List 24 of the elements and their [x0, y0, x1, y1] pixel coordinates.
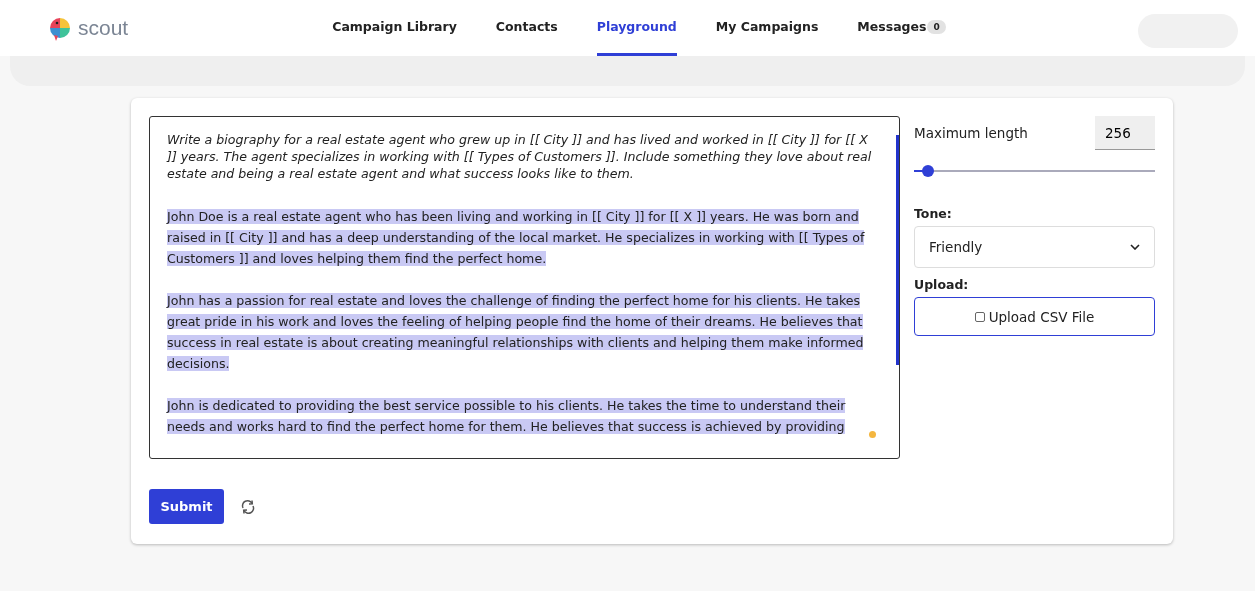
field-label: Tone: — [914, 206, 953, 221]
status-dot — [869, 431, 876, 438]
slider-thumb[interactable] — [922, 165, 935, 177]
field-label: Upload: — [914, 277, 970, 292]
chevron-down-icon — [1130, 244, 1140, 250]
nav-tab[interactable]: Messages 0 — [857, 0, 946, 56]
generated-paragraph: John is dedicated to providing the best service possible to his clients. He takes the time to understand their needs and works hard to find the perfect home for them. He believes that success is achieved by providing — [167, 397, 847, 436]
field-label: Maximum length — [914, 125, 1028, 141]
generated-paragraph: John Doe is a real estate agent who has been living and working in [[ City ]] for [[ X ]] years. He was born and raised in [[ City ]] and has a deep understanding of the local market. He specializes in working with [[ Types of Customers ]] and loves helping them find the perfect home. — [167, 208, 866, 268]
number-field[interactable]: 256 — [1095, 116, 1155, 150]
text-editor[interactable] — [149, 116, 900, 459]
refresh-icon[interactable] — [240, 498, 256, 515]
nav-tab[interactable]: Campaign Library — [332, 0, 457, 56]
logo-text: scout — [78, 16, 129, 40]
count-badge: 0 — [927, 19, 946, 34]
checkbox[interactable] — [974, 311, 985, 322]
upload-button[interactable]: Upload CSV File — [914, 297, 1155, 336]
tone-dropdown[interactable]: Friendly — [914, 226, 1155, 268]
prompt-text: Write a biography for a real estate agent who grew up in [[ City ]] and has lived and worked in [[ City ]] for [[ X ]] years. The agent specializes in working with [[ Types of Customers ]]. Include something they love about real estate and being a real estate agent and what success looks like to them. — [167, 131, 873, 182]
generated-paragraph: John has a passion for real estate and loves the challenge of finding the perfect home for his clients. He takes great pride in his work and loves the feeling of helping people find the home of their dreams. He believes that success in real estate is about creating meaningful relationships with clients and helping them make informed decisions. — [167, 292, 865, 373]
nav-tab[interactable]: My Campaigns — [715, 0, 819, 56]
scrollbar[interactable] — [896, 135, 899, 365]
nav-tab[interactable]: Contacts — [495, 0, 558, 56]
submit-button[interactable]: Submit — [149, 489, 224, 524]
